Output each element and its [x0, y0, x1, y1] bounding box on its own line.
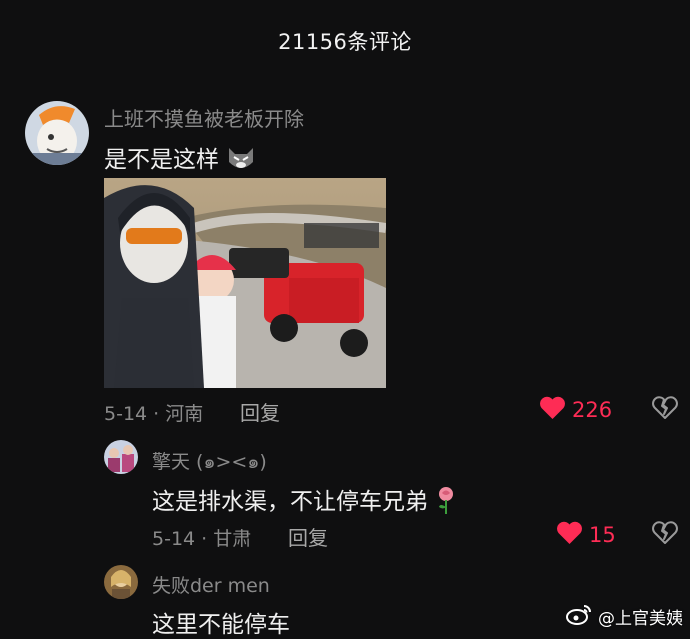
comment-text: 是不是这样 — [104, 140, 256, 178]
comment-text: 这是排水渠，不让停车兄弟 — [152, 482, 457, 521]
comment-date-location: 5-14 · 河南 — [104, 403, 204, 425]
like-button[interactable]: 226 — [539, 396, 612, 424]
comment-text-body: 这是排水渠，不让停车兄弟 — [152, 489, 428, 515]
comment-username[interactable]: 擎天 (๑><๑) — [152, 447, 267, 477]
like-count: 226 — [572, 398, 613, 422]
avatar[interactable] — [104, 565, 138, 599]
broken-heart-icon — [652, 396, 678, 424]
comment-count-title: 21156条评论 — [278, 30, 412, 54]
reply-button[interactable]: 回复 — [288, 522, 328, 551]
weibo-watermark: @上官美姨 — [566, 603, 683, 630]
comment-username[interactable]: 上班不摸鱼被老板开除 — [104, 103, 304, 132]
comment-text: 这里不能停车 — [152, 612, 290, 638]
comment-text-body: 是不是这样 — [104, 147, 219, 173]
cat-face-emoji-icon — [226, 144, 256, 178]
weibo-logo-icon — [566, 603, 592, 630]
avatar[interactable] — [104, 440, 138, 474]
heart-icon — [556, 521, 583, 549]
like-count: 15 — [589, 523, 616, 547]
reply-button[interactable]: 回复 — [240, 397, 280, 426]
watermark-text: @上官美姨 — [598, 609, 683, 629]
comment-date-location: 5-14 · 甘肃 — [152, 528, 252, 550]
rose-emoji-icon — [435, 485, 457, 521]
comment-photo[interactable] — [104, 178, 386, 388]
broken-heart-icon — [652, 521, 678, 549]
like-button[interactable]: 15 — [556, 521, 616, 549]
dislike-button[interactable] — [652, 521, 678, 549]
dislike-button[interactable] — [652, 396, 678, 424]
comment-username[interactable]: 失败der men — [152, 571, 270, 598]
avatar[interactable] — [25, 101, 89, 165]
heart-icon — [539, 396, 566, 424]
